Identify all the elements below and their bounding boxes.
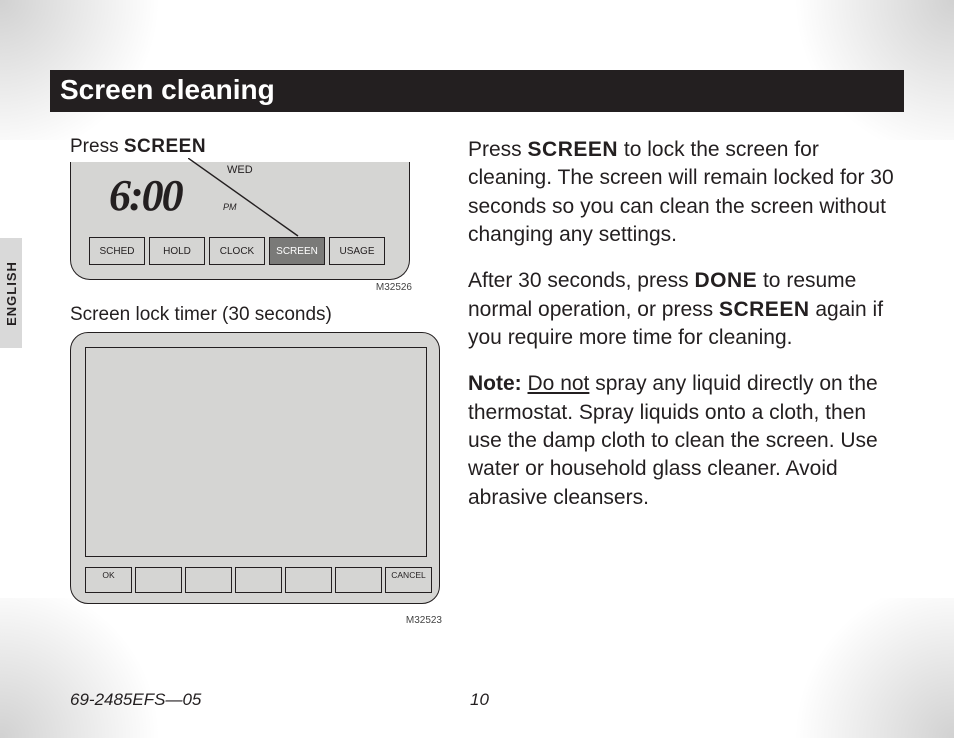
figure-code: M32523 (406, 615, 442, 626)
note-label: Note: (468, 372, 522, 395)
text-bold: SCREEN (124, 136, 206, 157)
sched-button[interactable]: SCHED (89, 237, 145, 265)
text-bold: DONE (694, 269, 757, 292)
blank-button[interactable] (185, 567, 232, 593)
press-screen-instruction: Press SCREEN (70, 136, 440, 158)
page-number: 10 (470, 690, 489, 710)
lcd-panel: WED 6:00 PM SCHED HOLD CLOCK SCREEN USAG… (70, 162, 410, 280)
figure-locked-screen: OK CANCEL M32523 (70, 332, 440, 612)
paragraph-2: After 30 seconds, press DONE to resume n… (468, 267, 904, 352)
document-number: 69-2485EFS—05 (70, 690, 201, 710)
blank-button[interactable] (335, 567, 382, 593)
text-bold: SCREEN (528, 138, 619, 161)
figure-code: M32526 (376, 282, 412, 293)
thermostat-screen-blank (85, 347, 427, 557)
blank-button[interactable] (135, 567, 182, 593)
bottom-button-row: OK CANCEL (85, 567, 432, 593)
screen-button[interactable]: SCREEN (269, 237, 325, 265)
text-bold: SCREEN (719, 298, 810, 321)
clock-meridiem: PM (223, 202, 237, 212)
clock-time: 6:00 (109, 170, 182, 221)
text: Press (70, 136, 124, 157)
paragraph-3-note: Note: Do not spray any liquid directly o… (468, 370, 904, 512)
clock-day: WED (227, 164, 253, 176)
hold-button[interactable]: HOLD (149, 237, 205, 265)
page: Screen cleaning Press SCREEN WED 6:00 PM… (0, 0, 954, 738)
thermostat-button-row: SCHED HOLD CLOCK SCREEN USAGE (89, 237, 385, 265)
left-column: Press SCREEN WED 6:00 PM SCHED HOLD CLOC… (50, 136, 440, 612)
section-header: Screen cleaning (50, 70, 904, 112)
text: Press (468, 138, 528, 161)
content-columns: Press SCREEN WED 6:00 PM SCHED HOLD CLOC… (50, 136, 904, 612)
thermostat-frame: OK CANCEL (70, 332, 440, 604)
cancel-button[interactable]: CANCEL (385, 567, 432, 593)
blank-button[interactable] (285, 567, 332, 593)
clock-button[interactable]: CLOCK (209, 237, 265, 265)
section-title: Screen cleaning (60, 74, 275, 105)
blank-button[interactable] (235, 567, 282, 593)
figure-thermostat-buttons: WED 6:00 PM SCHED HOLD CLOCK SCREEN USAG… (70, 162, 410, 292)
right-column: Press SCREEN to lock the screen for clea… (468, 136, 904, 612)
figure2-caption: Screen lock timer (30 seconds) (70, 304, 440, 326)
ok-button[interactable]: OK (85, 567, 132, 593)
text: After 30 seconds, press (468, 269, 694, 292)
paragraph-1: Press SCREEN to lock the screen for clea… (468, 136, 904, 249)
usage-button[interactable]: USAGE (329, 237, 385, 265)
note-underline: Do not (528, 372, 590, 395)
page-footer: 69-2485EFS—05 10 (70, 690, 904, 710)
